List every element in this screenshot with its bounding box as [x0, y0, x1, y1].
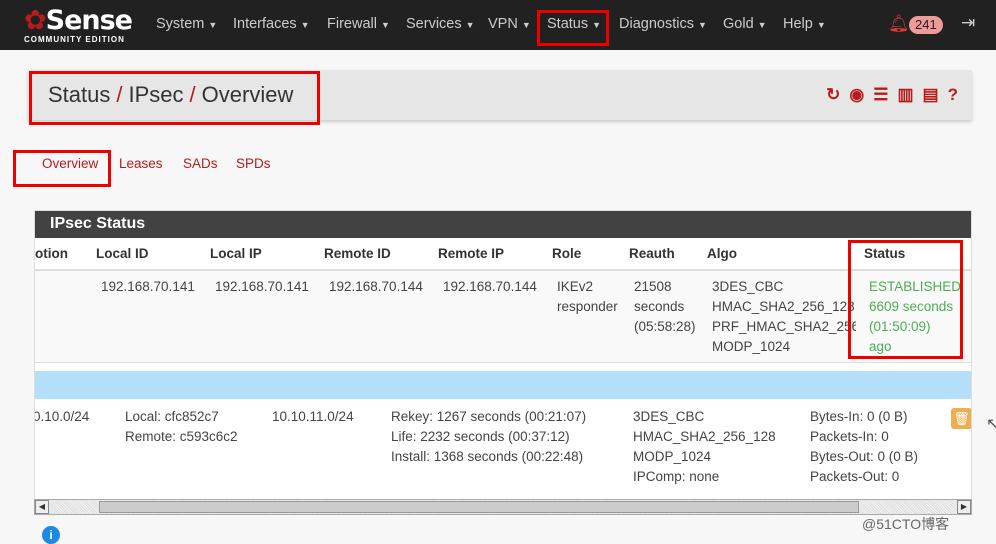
child-local-net: 0.10.0/24: [34, 409, 90, 424]
tab-sads[interactable]: SADs: [183, 156, 218, 171]
annotation-box: [848, 240, 963, 359]
nav-help[interactable]: Help ▼: [783, 16, 826, 32]
scrollbar-thumb[interactable]: [99, 501, 859, 513]
navbar: ✿Sense COMMUNITY EDITION System ▼ Interfa…: [0, 0, 996, 50]
reauth: 21508 seconds (05:58:28): [634, 279, 696, 334]
watermark: @51CTO博客: [862, 516, 950, 532]
nav-services[interactable]: Services ▼: [406, 16, 475, 32]
mouse-cursor-icon: ↖: [986, 416, 996, 433]
tab-spds[interactable]: SPDs: [236, 156, 271, 171]
bar-chart-icon[interactable]: ▥: [897, 85, 913, 105]
settings-sliders-icon[interactable]: ☰: [873, 85, 888, 105]
nav-gold[interactable]: Gold ▼: [723, 16, 767, 32]
col-local-ip: Local IP: [210, 246, 262, 261]
child-remote-net: 10.10.11.0/24: [272, 409, 354, 424]
table-row: 192.168.70.141 192.168.70.141 192.168.70…: [35, 271, 972, 363]
panel-title: IPsec Status: [35, 211, 971, 238]
log-icon[interactable]: ▤: [923, 85, 939, 105]
annotation-box: [13, 150, 111, 187]
col-local-id: Local ID: [96, 246, 149, 261]
role: IKEv2 responder: [557, 279, 618, 314]
nav-vpn[interactable]: VPN ▼: [488, 16, 531, 32]
bell-icon[interactable]: 🔔︎: [888, 14, 910, 34]
nav-diagnostics[interactable]: Diagnostics ▼: [619, 16, 707, 32]
logout-icon[interactable]: ⇥: [961, 13, 975, 33]
col-algo: Algo: [707, 246, 737, 261]
annotation-box: [29, 71, 320, 125]
trash-icon[interactable]: 🗑︎: [951, 408, 971, 429]
remote-id: 192.168.70.144: [329, 279, 423, 294]
horizontal-scrollbar[interactable]: ◀ ▶: [34, 499, 972, 515]
child-times: Rekey: 1267 seconds (00:21:07) Life: 2232…: [391, 409, 587, 464]
local-ip: 192.168.70.141: [215, 279, 309, 294]
child-algo: 3DES_CBC HMAC_SHA2_256_128 MODP_1024 IPComp…: [633, 409, 776, 484]
child-sa-header-row: [35, 371, 971, 399]
pfsense-logo[interactable]: ✿Sense COMMUNITY EDITION: [24, 7, 133, 45]
child-stats: Bytes-In: 0 (0 B) Packets-In: 0 Bytes-Out:…: [810, 409, 919, 484]
stop-icon[interactable]: ◉: [849, 85, 864, 105]
child-spi: Local: cfc852c7 Remote: c593c6c2: [125, 409, 238, 444]
algo: 3DES_CBC HMAC_SHA2_256_128 PRF_HMAC_SHA2_2…: [712, 279, 856, 354]
tab-leases[interactable]: Leases: [119, 156, 163, 171]
col-remote-id: Remote ID: [324, 246, 391, 261]
remote-ip: 192.168.70.144: [443, 279, 537, 294]
annotation-box: [537, 10, 609, 46]
col-description: otion: [35, 246, 68, 261]
nav-interfaces[interactable]: Interfaces ▼: [233, 16, 310, 32]
ipsec-status-panel: IPsec Status otion Local ID Local IP Rem…: [34, 210, 972, 515]
scroll-left-button[interactable]: ◀: [35, 500, 49, 514]
info-icon[interactable]: i: [42, 526, 60, 544]
nav-firewall[interactable]: Firewall ▼: [327, 16, 390, 32]
notification-badge[interactable]: 241: [909, 16, 943, 34]
local-id: 192.168.70.141: [101, 279, 195, 294]
col-reauth: Reauth: [629, 246, 675, 261]
restart-icon[interactable]: ↻: [826, 85, 840, 105]
disconnect-button[interactable]: [971, 279, 972, 299]
col-remote-ip: Remote IP: [438, 246, 505, 261]
col-role: Role: [552, 246, 582, 261]
scroll-right-button[interactable]: ▶: [957, 500, 971, 514]
help-icon[interactable]: ?: [948, 85, 958, 105]
nav-system[interactable]: System ▼: [156, 16, 217, 32]
